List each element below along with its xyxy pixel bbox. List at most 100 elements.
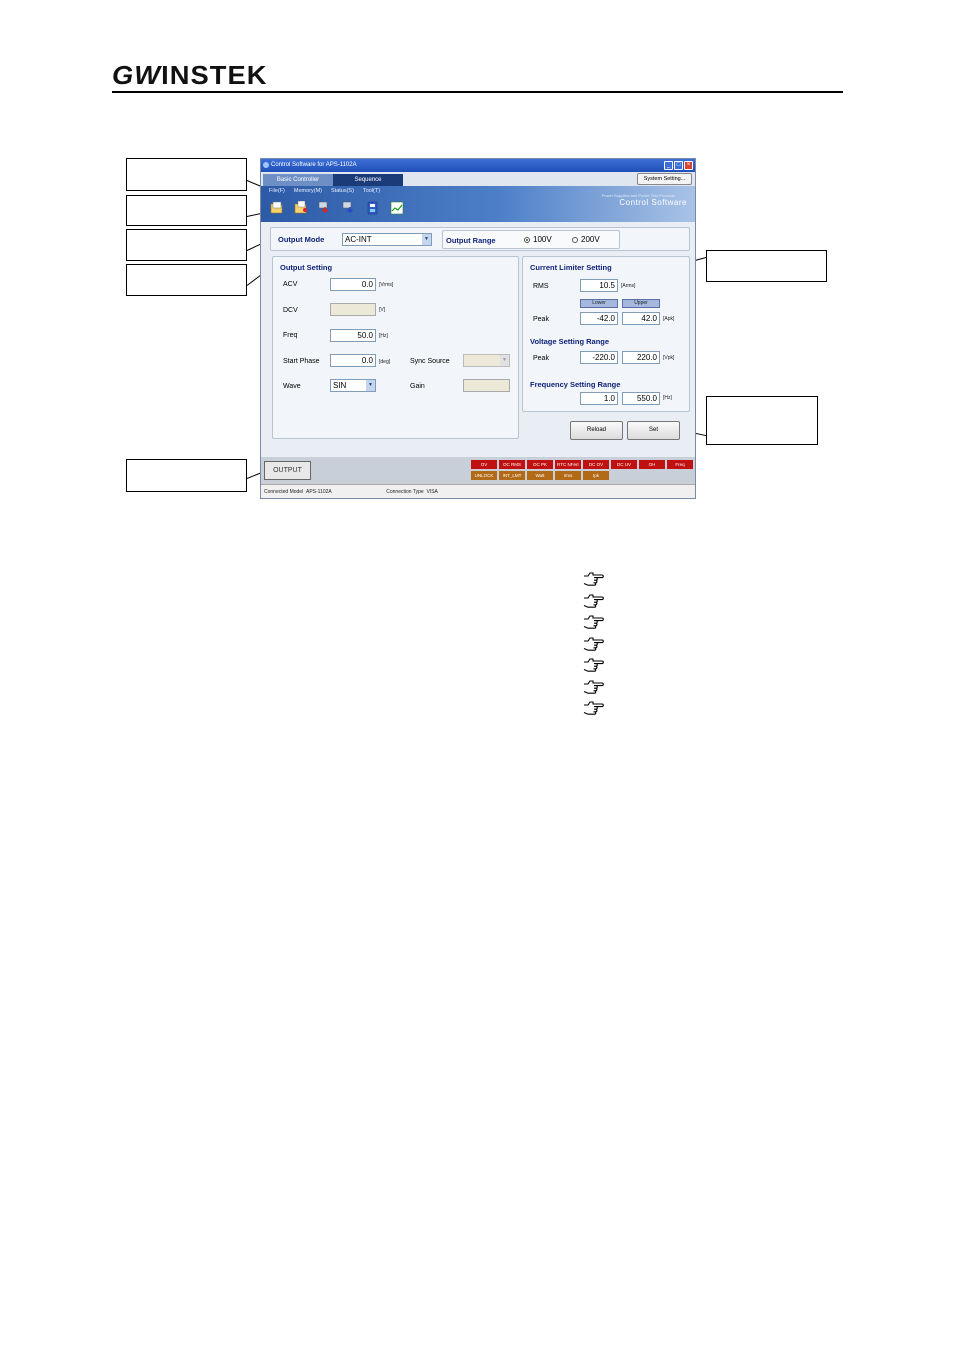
pointing-hand-icon — [583, 701, 604, 715]
radio-selected-icon — [524, 236, 530, 243]
gain-input[interactable] — [463, 379, 510, 392]
ribbon: File(F) Memory(M) Status(S) Tool(T) Powe… — [261, 186, 695, 222]
current-peak-lower-input[interactable]: -42.0 — [580, 312, 618, 325]
wave-value: SIN — [333, 381, 347, 390]
output-mode-value: AC-INT — [345, 235, 372, 244]
frequency-range-title: Frequency Setting Range — [530, 380, 621, 389]
indicator-oc-pk: OC PK — [527, 460, 553, 469]
indicator-rtc-nferr: RTC NFerr — [555, 460, 581, 469]
indicator-ipk: Ipk — [583, 471, 609, 480]
rms-label: RMS — [533, 283, 549, 290]
indicator-dc-ov: DC OV — [583, 460, 609, 469]
range-200v-radio[interactable]: 200V — [572, 235, 600, 244]
frequency-unit: [Hz] — [663, 395, 672, 401]
indicator-oh: OH — [639, 460, 665, 469]
wave-select[interactable]: SIN ▼ — [330, 379, 376, 392]
output-button[interactable]: OUTPUT — [264, 461, 311, 480]
current-peak-upper-input[interactable]: 42.0 — [622, 312, 660, 325]
title-bar: Control Software for APS-1102A _ □ × — [261, 159, 695, 172]
upper-tag: Upper — [622, 299, 660, 308]
reload-button[interactable]: Reload — [570, 421, 623, 440]
callout-limiter — [706, 250, 827, 282]
menu-file[interactable]: File(F) — [269, 188, 285, 194]
freq-unit: [Hz] — [379, 333, 388, 339]
open-icon[interactable] — [269, 200, 284, 215]
dcv-input[interactable] — [330, 303, 376, 316]
gw-instek-logo: GWINSTEK — [112, 60, 268, 91]
header-rule — [112, 91, 843, 93]
indicator-int-lmt: INT_LMT — [499, 471, 525, 480]
chart-icon[interactable] — [389, 200, 404, 215]
logo-instek-text: INSTEK — [161, 60, 268, 90]
start-phase-input[interactable]: 0.0 — [330, 354, 376, 367]
frequency-upper-input[interactable]: 550.0 — [622, 392, 660, 405]
output-mode-panel: Output Mode AC-INT ▼ Output Range 100V 2… — [270, 227, 690, 251]
rms-input[interactable]: 10.5 — [580, 279, 618, 292]
acv-input[interactable]: 0.0 — [330, 278, 376, 291]
frequency-lower-input[interactable]: 1.0 — [580, 392, 618, 405]
callout-menu — [126, 195, 247, 226]
voltage-peak-label: Peak — [533, 355, 549, 362]
pointing-hand-icon — [583, 680, 604, 694]
callout-output-mode — [126, 229, 247, 261]
current-peak-label: Peak — [533, 316, 549, 323]
pointing-hand-icon — [583, 594, 604, 608]
acv-label: ACV — [283, 281, 298, 288]
limit-setting-panel: Current Limiter Setting RMS 10.5 [Arms] … — [522, 256, 690, 412]
dcv-unit: [V] — [379, 307, 386, 313]
menu-memory[interactable]: Memory(M) — [294, 188, 322, 194]
brand-title: Control Software — [619, 198, 687, 207]
acv-unit: [Vrms] — [379, 282, 394, 288]
menu-bar: File(F) Memory(M) Status(S) Tool(T) — [269, 188, 380, 194]
connected-model-label: Connected Model — [264, 489, 304, 495]
tab-row: Basic Controller Sequence System Setting… — [261, 172, 695, 186]
callout-output-setting — [126, 264, 247, 296]
upload-icon[interactable] — [341, 200, 356, 215]
set-button[interactable]: Set — [627, 421, 680, 440]
current-peak-unit: [Apk] — [663, 316, 675, 322]
window-title: Control Software for APS-1102A — [271, 162, 357, 168]
start-phase-label: Start Phase — [283, 358, 320, 365]
indicator-oc-rms: OC RMS — [499, 460, 525, 469]
voltage-lower-input[interactable]: -220.0 — [580, 351, 618, 364]
chevron-down-icon[interactable]: ▼ — [366, 380, 375, 391]
freq-input[interactable]: 50.0 — [330, 329, 376, 342]
rms-unit: [Arms] — [621, 283, 636, 289]
tab-sequence[interactable]: Sequence — [333, 174, 403, 186]
lower-tag: Lower — [580, 299, 618, 308]
minimize-icon[interactable]: _ — [664, 161, 673, 170]
output-setting-panel: Output Setting ACV 0.0 [Vrms] DCV [V] Fr… — [272, 256, 519, 439]
freq-label: Freq — [283, 332, 298, 339]
tab-basic-controller[interactable]: Basic Controller — [263, 174, 333, 186]
output-mode-select[interactable]: AC-INT ▼ — [342, 233, 432, 246]
sync-source-select[interactable]: ▼ — [463, 354, 510, 367]
range-200v-label: 200V — [581, 235, 600, 244]
indicator-freq: Freq — [667, 460, 693, 469]
pointing-hand-icon — [583, 637, 604, 651]
logo-gw-text: GW — [112, 60, 162, 90]
current-limiter-title: Current Limiter Setting — [530, 263, 612, 272]
callout-output-button — [126, 459, 247, 492]
indicator-ov: OV — [471, 460, 497, 469]
callout-tabs — [126, 158, 247, 191]
menu-status[interactable]: Status(S) — [331, 188, 354, 194]
range-100v-label: 100V — [533, 235, 552, 244]
chevron-down-icon[interactable]: ▼ — [500, 355, 509, 366]
download-icon[interactable] — [317, 200, 332, 215]
menu-tool[interactable]: Tool(T) — [363, 188, 380, 194]
voltage-upper-input[interactable]: 220.0 — [622, 351, 660, 364]
pointing-hand-icon — [583, 658, 604, 672]
maximize-icon[interactable]: □ — [674, 161, 683, 170]
save-icon[interactable] — [293, 200, 308, 215]
connected-model-value: APS-1102A — [305, 489, 332, 495]
start-phase-unit: [deg] — [379, 359, 391, 365]
system-setting-button[interactable]: System Setting... — [637, 173, 692, 185]
close-icon[interactable]: × — [684, 161, 693, 170]
connection-type-label: Connection Type — [386, 489, 424, 495]
range-100v-radio[interactable]: 100V — [524, 235, 552, 244]
indicator-watt: Watt — [527, 471, 553, 480]
radio-unselected-icon — [572, 236, 578, 243]
gain-label: Gain — [410, 383, 425, 390]
settings-icon[interactable] — [365, 200, 380, 215]
chevron-down-icon[interactable]: ▼ — [422, 234, 431, 245]
